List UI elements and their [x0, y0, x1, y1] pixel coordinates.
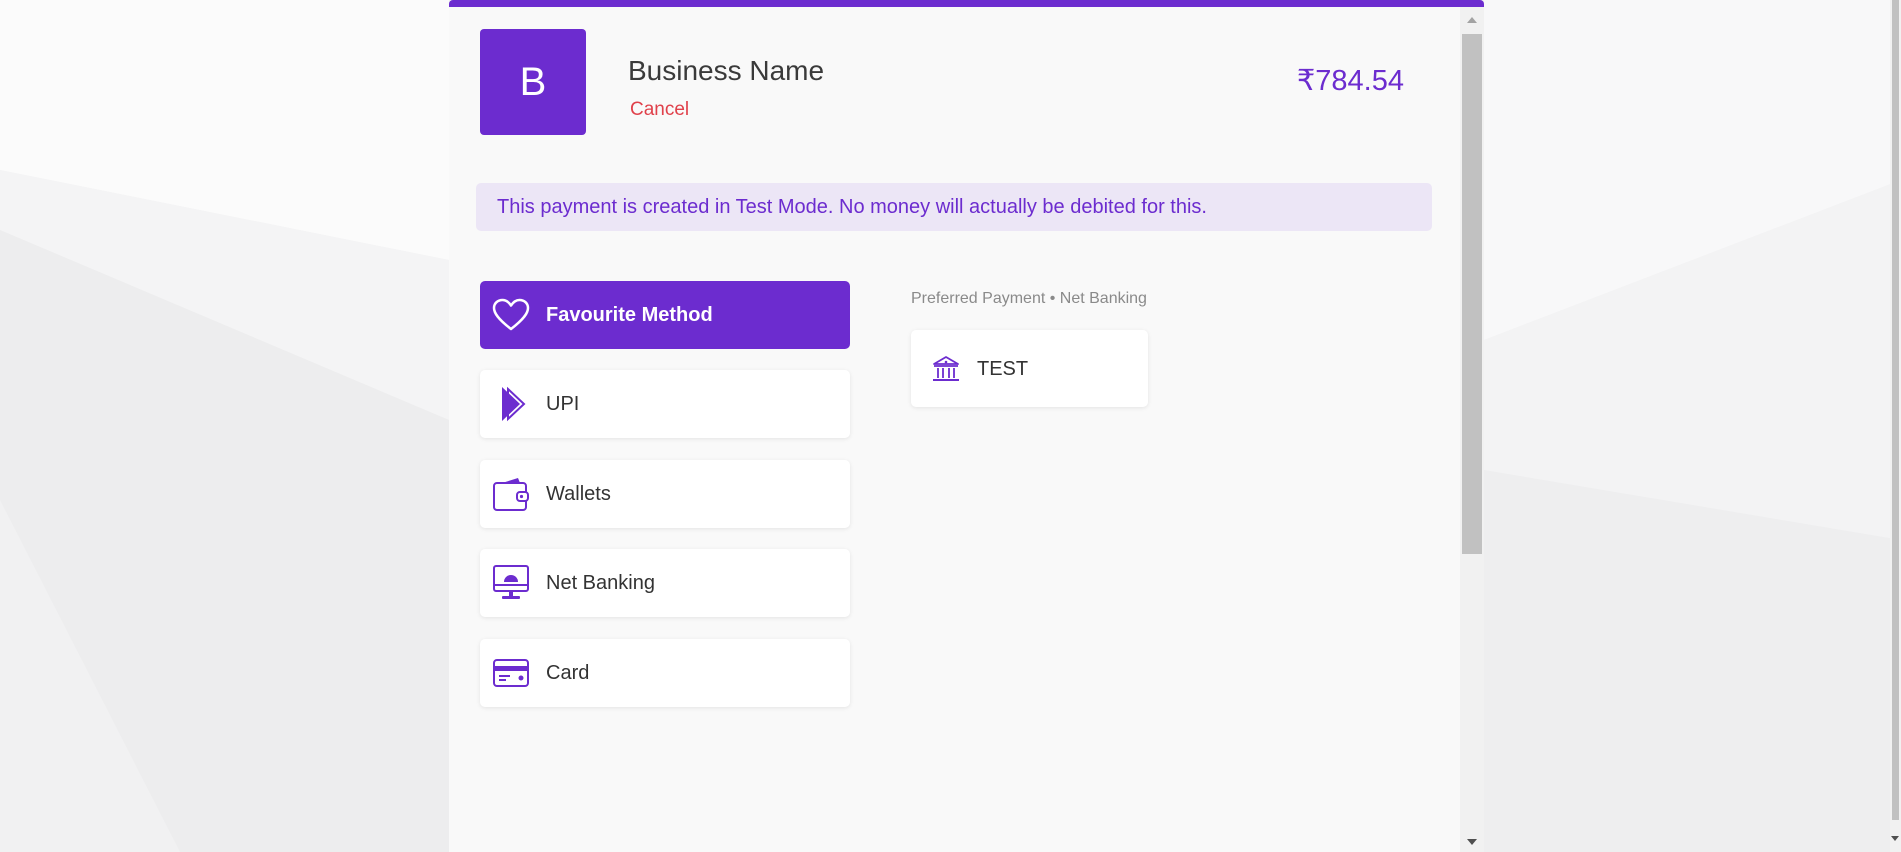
scroll-down-arrow-icon[interactable]: [1467, 839, 1477, 845]
net-banking-icon: [492, 564, 530, 602]
window-scrollbar[interactable]: [1890, 0, 1901, 852]
business-name: Business Name: [628, 55, 825, 86]
scroll-up-arrow-icon[interactable]: [1467, 17, 1477, 23]
cancel-link[interactable]: Cancel: [630, 99, 689, 121]
wallet-icon: [492, 475, 530, 513]
method-label: Net Banking: [546, 571, 655, 594]
method-net-banking[interactable]: Net Banking: [480, 549, 850, 617]
scroll-thumb[interactable]: [1462, 34, 1482, 554]
business-logo: B: [480, 29, 586, 135]
test-mode-text: This payment is created in Test Mode. No…: [497, 195, 1207, 218]
method-card[interactable]: Card: [480, 639, 850, 707]
heart-icon: [492, 296, 530, 334]
payment-amount: ₹784.54: [1296, 65, 1404, 97]
method-label: Wallets: [546, 482, 611, 505]
bank-icon: [931, 354, 961, 384]
upi-icon: [492, 385, 530, 423]
method-label: Card: [546, 661, 590, 684]
preferred-payment-title: Preferred Payment • Net Banking: [911, 290, 1147, 307]
preferred-bank-label: TEST: [977, 358, 1029, 380]
panel-scrollbar[interactable]: [1460, 7, 1484, 852]
checkout-panel: B Business Name Cancel ₹784.54 This paym…: [449, 0, 1484, 852]
method-favourite[interactable]: Favourite Method: [480, 281, 850, 349]
window-scroll-thumb[interactable]: [1892, 0, 1899, 820]
test-mode-banner: This payment is created in Test Mode. No…: [476, 183, 1432, 231]
preferred-bank-option[interactable]: TEST: [911, 330, 1148, 407]
window-scroll-down-icon[interactable]: [1891, 836, 1899, 841]
method-upi[interactable]: UPI: [480, 370, 850, 438]
method-label: UPI: [546, 392, 580, 415]
card-icon: [492, 654, 530, 692]
method-label: Favourite Method: [546, 303, 713, 326]
method-wallets[interactable]: Wallets: [480, 460, 850, 528]
logo-letter: B: [519, 59, 547, 104]
